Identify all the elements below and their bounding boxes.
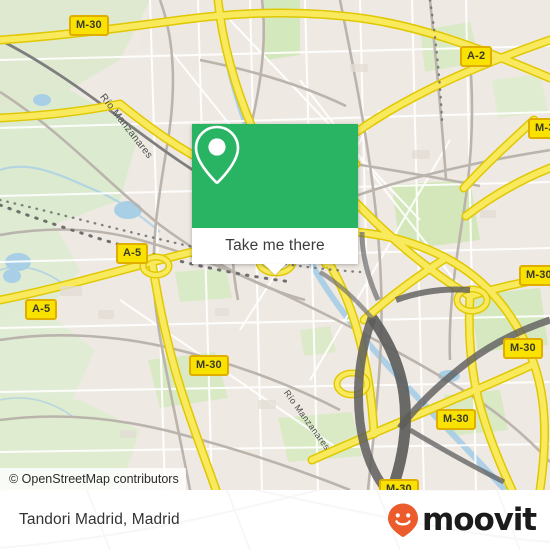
map-pin-icon <box>194 125 240 184</box>
moovit-map-screenshot: Río Manzanares Río Manzanares M-30 A-2 M… <box>0 0 550 550</box>
shield-m30-north[interactable]: M-30 <box>69 15 109 36</box>
shield-m30-right-lower[interactable]: M-30 <box>503 338 543 359</box>
callout-pin-area <box>192 124 358 228</box>
callout-pointer <box>264 264 286 275</box>
moovit-wordmark: moovit <box>422 501 537 538</box>
callout-action-area[interactable]: Take me there <box>192 228 358 264</box>
take-me-there-label: Take me there <box>225 237 325 254</box>
location-callout-card[interactable]: Take me there <box>192 124 358 275</box>
place-title: Tandori Madrid, Madrid <box>19 511 180 528</box>
shield-a5-upper[interactable]: A-5 <box>116 243 149 264</box>
map-attribution[interactable]: © OpenStreetMap contributors <box>0 468 186 490</box>
moovit-pin-smiley-icon <box>388 503 419 538</box>
shield-m30-right-mid[interactable]: M-30 <box>519 265 550 286</box>
shield-m30-south-east[interactable]: M-30 <box>436 409 476 430</box>
map-canvas[interactable]: Río Manzanares Río Manzanares M-30 A-2 M… <box>0 0 550 490</box>
shield-m30-south[interactable]: M-30 <box>379 479 419 490</box>
shield-m30-center[interactable]: M-30 <box>189 355 229 376</box>
moovit-brand[interactable]: moovit <box>386 501 537 538</box>
footer-bar: Tandori Madrid, Madrid moovit <box>0 490 550 550</box>
shield-m30-right-upper[interactable]: M-3 <box>528 118 550 139</box>
shield-a2[interactable]: A-2 <box>460 46 493 67</box>
shield-a5-lower[interactable]: A-5 <box>25 299 58 320</box>
